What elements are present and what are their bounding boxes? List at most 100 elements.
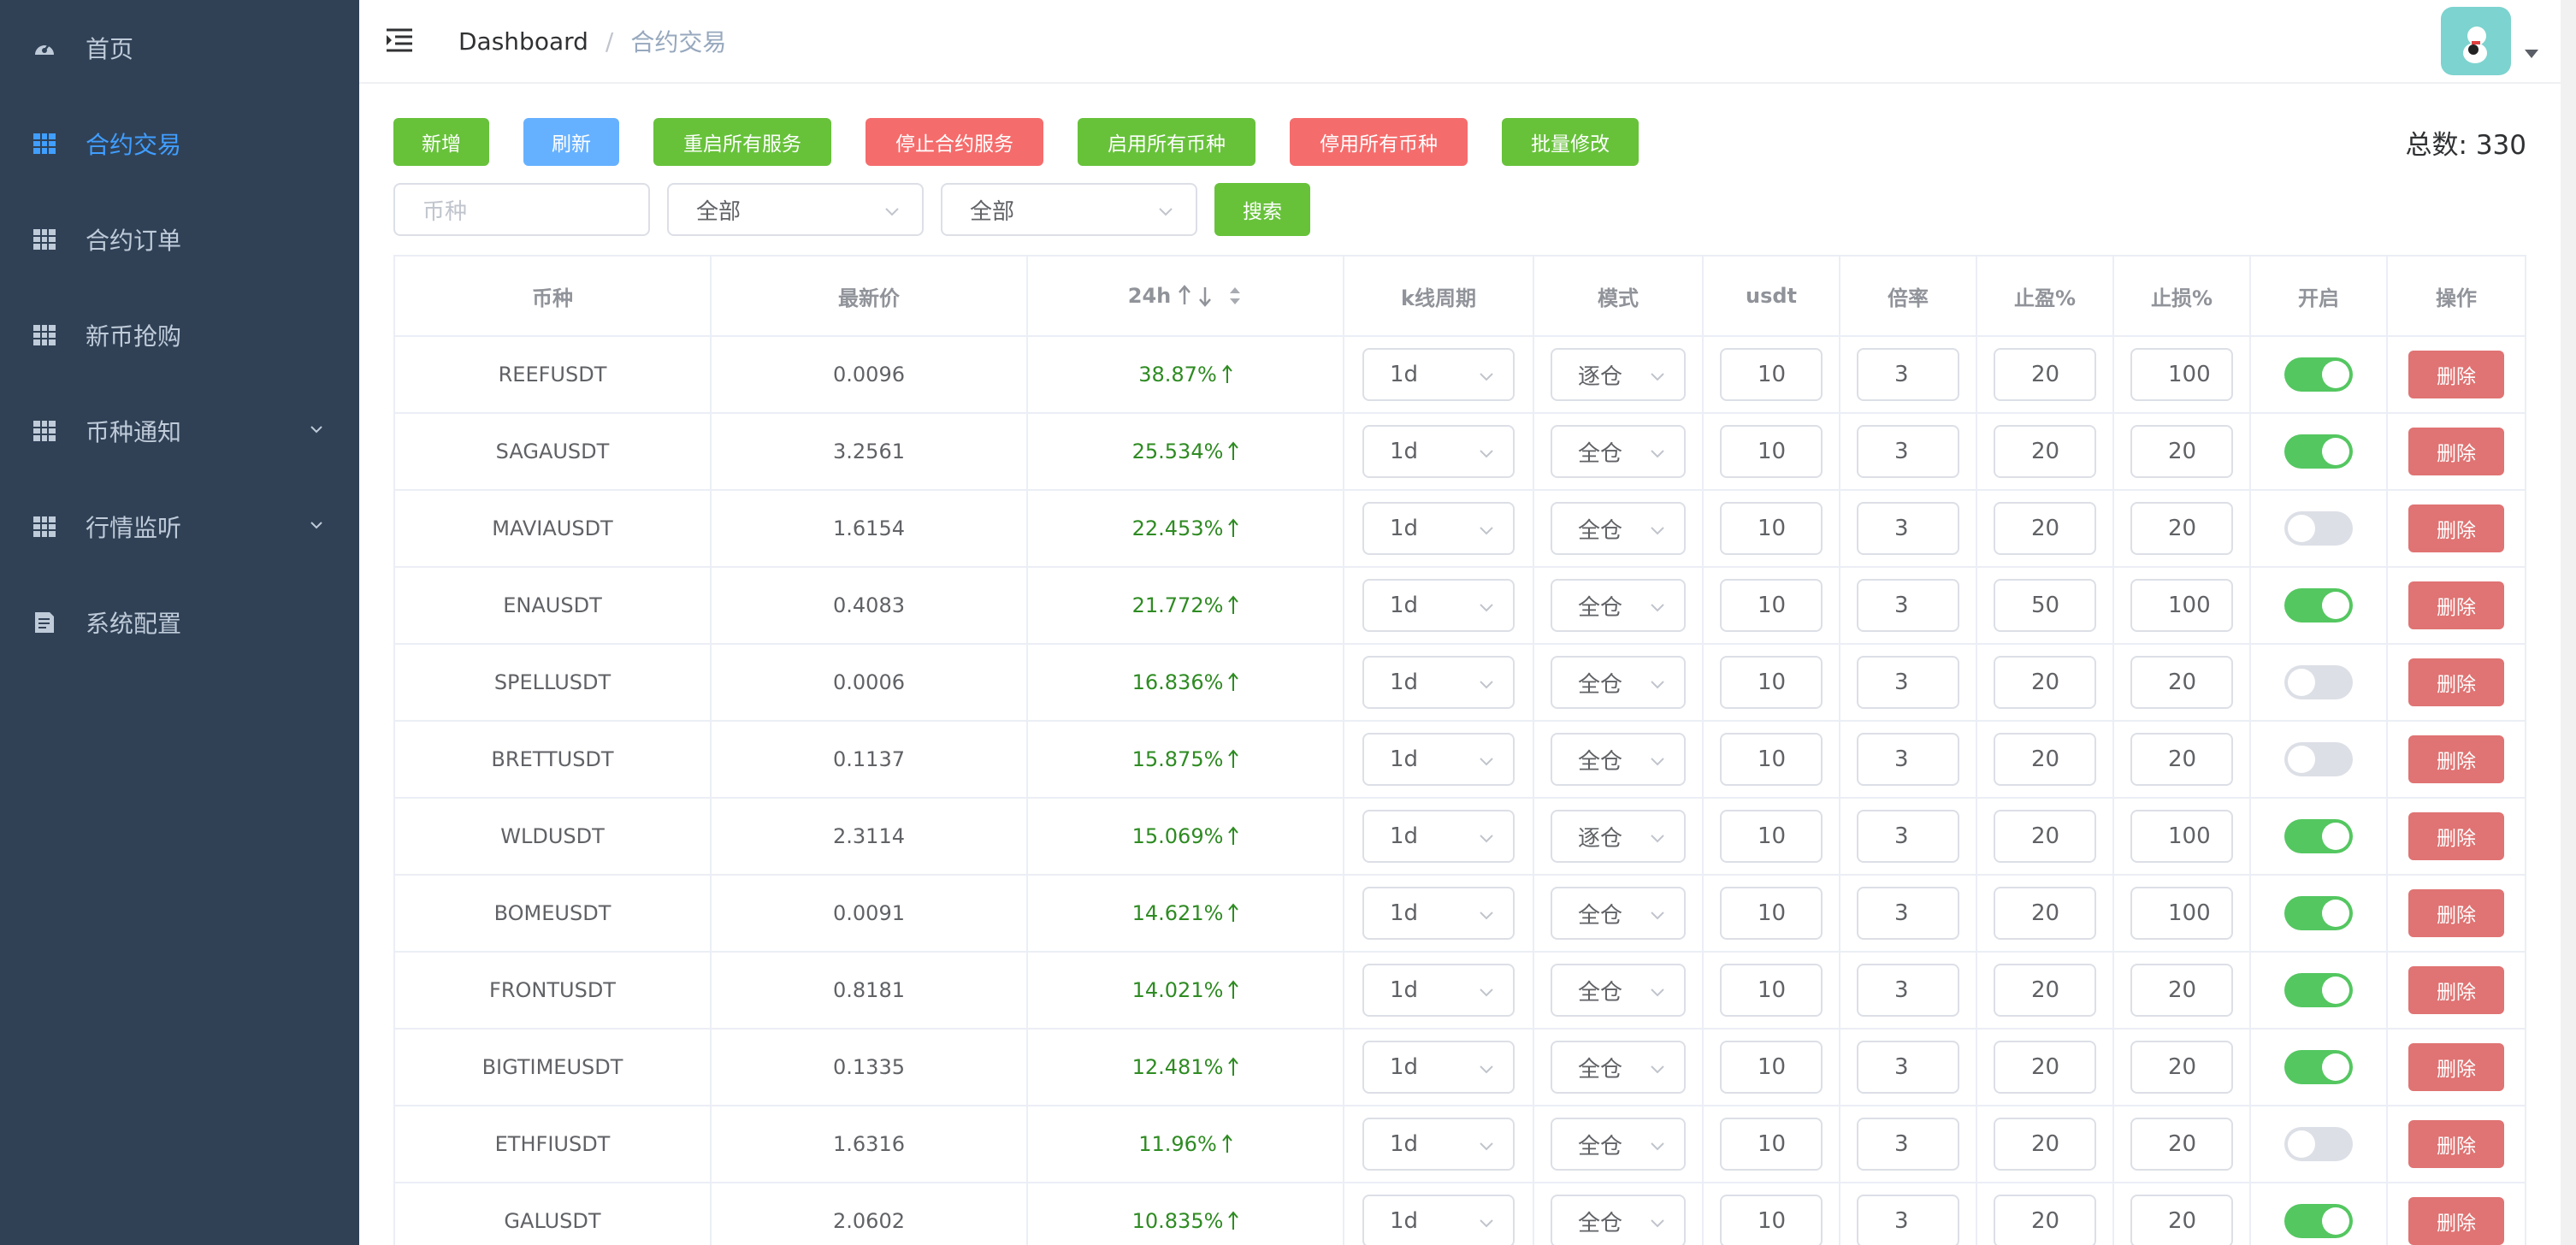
usdt-input[interactable]: 10 [1720,733,1823,786]
enabled-toggle[interactable] [2284,742,2353,776]
enabled-toggle[interactable] [2284,1204,2353,1238]
delete-button[interactable]: 删除 [2408,658,2504,706]
mode-select[interactable]: 全仓 [1551,579,1686,632]
take-profit-input[interactable]: 50 [1994,579,2096,632]
sort-caret-icon[interactable] [1227,284,1243,308]
stop-loss-input[interactable]: 100 [2130,887,2233,940]
mode-select[interactable]: 全仓 [1551,1195,1686,1245]
mode-select[interactable]: 全仓 [1551,1041,1686,1094]
sidebar-item-new-coin[interactable]: 新币抢购 [0,287,359,383]
sort-arrows-icon[interactable] [1176,284,1217,308]
leverage-input[interactable]: 3 [1857,1041,1959,1094]
symbol-search-input[interactable]: 币种 [393,183,650,236]
stop-loss-input[interactable]: 100 [2130,348,2233,401]
usdt-input[interactable]: 10 [1720,1195,1823,1245]
enabled-toggle[interactable] [2284,1050,2353,1084]
delete-button[interactable]: 删除 [2408,1120,2504,1168]
usdt-input[interactable]: 10 [1720,579,1823,632]
refresh-button[interactable]: 刷新 [523,118,619,166]
enabled-toggle[interactable] [2284,819,2353,853]
take-profit-input[interactable]: 20 [1994,425,2096,478]
enabled-toggle[interactable] [2284,588,2353,622]
kline-select[interactable]: 1d [1362,964,1515,1017]
take-profit-input[interactable]: 20 [1994,1118,2096,1171]
usdt-input[interactable]: 10 [1720,1118,1823,1171]
stop-loss-input[interactable]: 20 [2130,733,2233,786]
kline-select[interactable]: 1d [1362,348,1515,401]
mode-select[interactable]: 全仓 [1551,887,1686,940]
disable-all-coins-button[interactable]: 停用所有币种 [1290,118,1468,166]
delete-button[interactable]: 删除 [2408,735,2504,783]
column-header-change[interactable]: 24h [1028,257,1344,335]
leverage-input[interactable]: 3 [1857,502,1959,555]
stop-contract-service-button[interactable]: 停止合约服务 [866,118,1043,166]
mode-select[interactable]: 逐仓 [1551,810,1686,863]
leverage-input[interactable]: 3 [1857,964,1959,1017]
usdt-input[interactable]: 10 [1720,1041,1823,1094]
leverage-input[interactable]: 3 [1857,425,1959,478]
mode-select[interactable]: 全仓 [1551,502,1686,555]
stop-loss-input[interactable]: 20 [2130,656,2233,709]
enabled-toggle[interactable] [2284,1127,2353,1161]
take-profit-input[interactable]: 20 [1994,1041,2096,1094]
enabled-toggle[interactable] [2284,357,2353,392]
leverage-input[interactable]: 3 [1857,1195,1959,1245]
delete-button[interactable]: 删除 [2408,966,2504,1014]
avatar[interactable] [2441,7,2511,75]
delete-button[interactable]: 删除 [2408,351,2504,398]
take-profit-input[interactable]: 20 [1994,733,2096,786]
kline-select[interactable]: 1d [1362,425,1515,478]
enable-all-coins-button[interactable]: 启用所有币种 [1078,118,1256,166]
mode-select[interactable]: 全仓 [1551,656,1686,709]
sidebar-item-market-monitor[interactable]: 行情监听 [0,479,359,575]
kline-select[interactable]: 1d [1362,810,1515,863]
enabled-toggle[interactable] [2284,434,2353,469]
enabled-toggle[interactable] [2284,665,2353,699]
usdt-input[interactable]: 10 [1720,810,1823,863]
sidebar-item-coin-notify[interactable]: 币种通知 [0,383,359,479]
leverage-input[interactable]: 3 [1857,887,1959,940]
mode-select[interactable]: 全仓 [1551,733,1686,786]
batch-edit-button[interactable]: 批量修改 [1502,118,1639,166]
take-profit-input[interactable]: 20 [1994,1195,2096,1245]
kline-select[interactable]: 1d [1362,1118,1515,1171]
mode-select[interactable]: 逐仓 [1551,348,1686,401]
enabled-toggle[interactable] [2284,511,2353,546]
mode-select[interactable]: 全仓 [1551,425,1686,478]
take-profit-input[interactable]: 20 [1994,964,2096,1017]
sidebar-item-system-config[interactable]: 系统配置 [0,575,359,670]
hamburger-menu-icon[interactable] [385,26,414,55]
take-profit-input[interactable]: 20 [1994,810,2096,863]
leverage-input[interactable]: 3 [1857,1118,1959,1171]
stop-loss-input[interactable]: 20 [2130,502,2233,555]
usdt-input[interactable]: 10 [1720,502,1823,555]
stop-loss-input[interactable]: 100 [2130,579,2233,632]
stop-loss-input[interactable]: 20 [2130,1195,2233,1245]
sidebar-item-contract-orders[interactable]: 合约订单 [0,192,359,287]
usdt-input[interactable]: 10 [1720,964,1823,1017]
usdt-input[interactable]: 10 [1720,348,1823,401]
usdt-input[interactable]: 10 [1720,887,1823,940]
stop-loss-input[interactable]: 20 [2130,964,2233,1017]
leverage-input[interactable]: 3 [1857,348,1959,401]
enabled-toggle[interactable] [2284,973,2353,1007]
mode-select[interactable]: 全仓 [1551,964,1686,1017]
search-button[interactable]: 搜索 [1214,183,1310,236]
sidebar-item-home[interactable]: 首页 [0,0,359,96]
kline-select[interactable]: 1d [1362,1195,1515,1245]
leverage-input[interactable]: 3 [1857,656,1959,709]
stop-loss-input[interactable]: 20 [2130,1041,2233,1094]
kline-select[interactable]: 1d [1362,502,1515,555]
page-scrollbar[interactable] [2561,0,2576,1245]
filter-select-1[interactable]: 全部 [667,183,924,236]
delete-button[interactable]: 删除 [2408,1043,2504,1091]
delete-button[interactable]: 删除 [2408,428,2504,475]
kline-select[interactable]: 1d [1362,656,1515,709]
leverage-input[interactable]: 3 [1857,733,1959,786]
add-button[interactable]: 新增 [393,118,489,166]
delete-button[interactable]: 删除 [2408,1197,2504,1245]
sidebar-item-contract-trading[interactable]: 合约交易 [0,96,359,192]
stop-loss-input[interactable]: 100 [2130,810,2233,863]
usdt-input[interactable]: 10 [1720,425,1823,478]
delete-button[interactable]: 删除 [2408,889,2504,937]
